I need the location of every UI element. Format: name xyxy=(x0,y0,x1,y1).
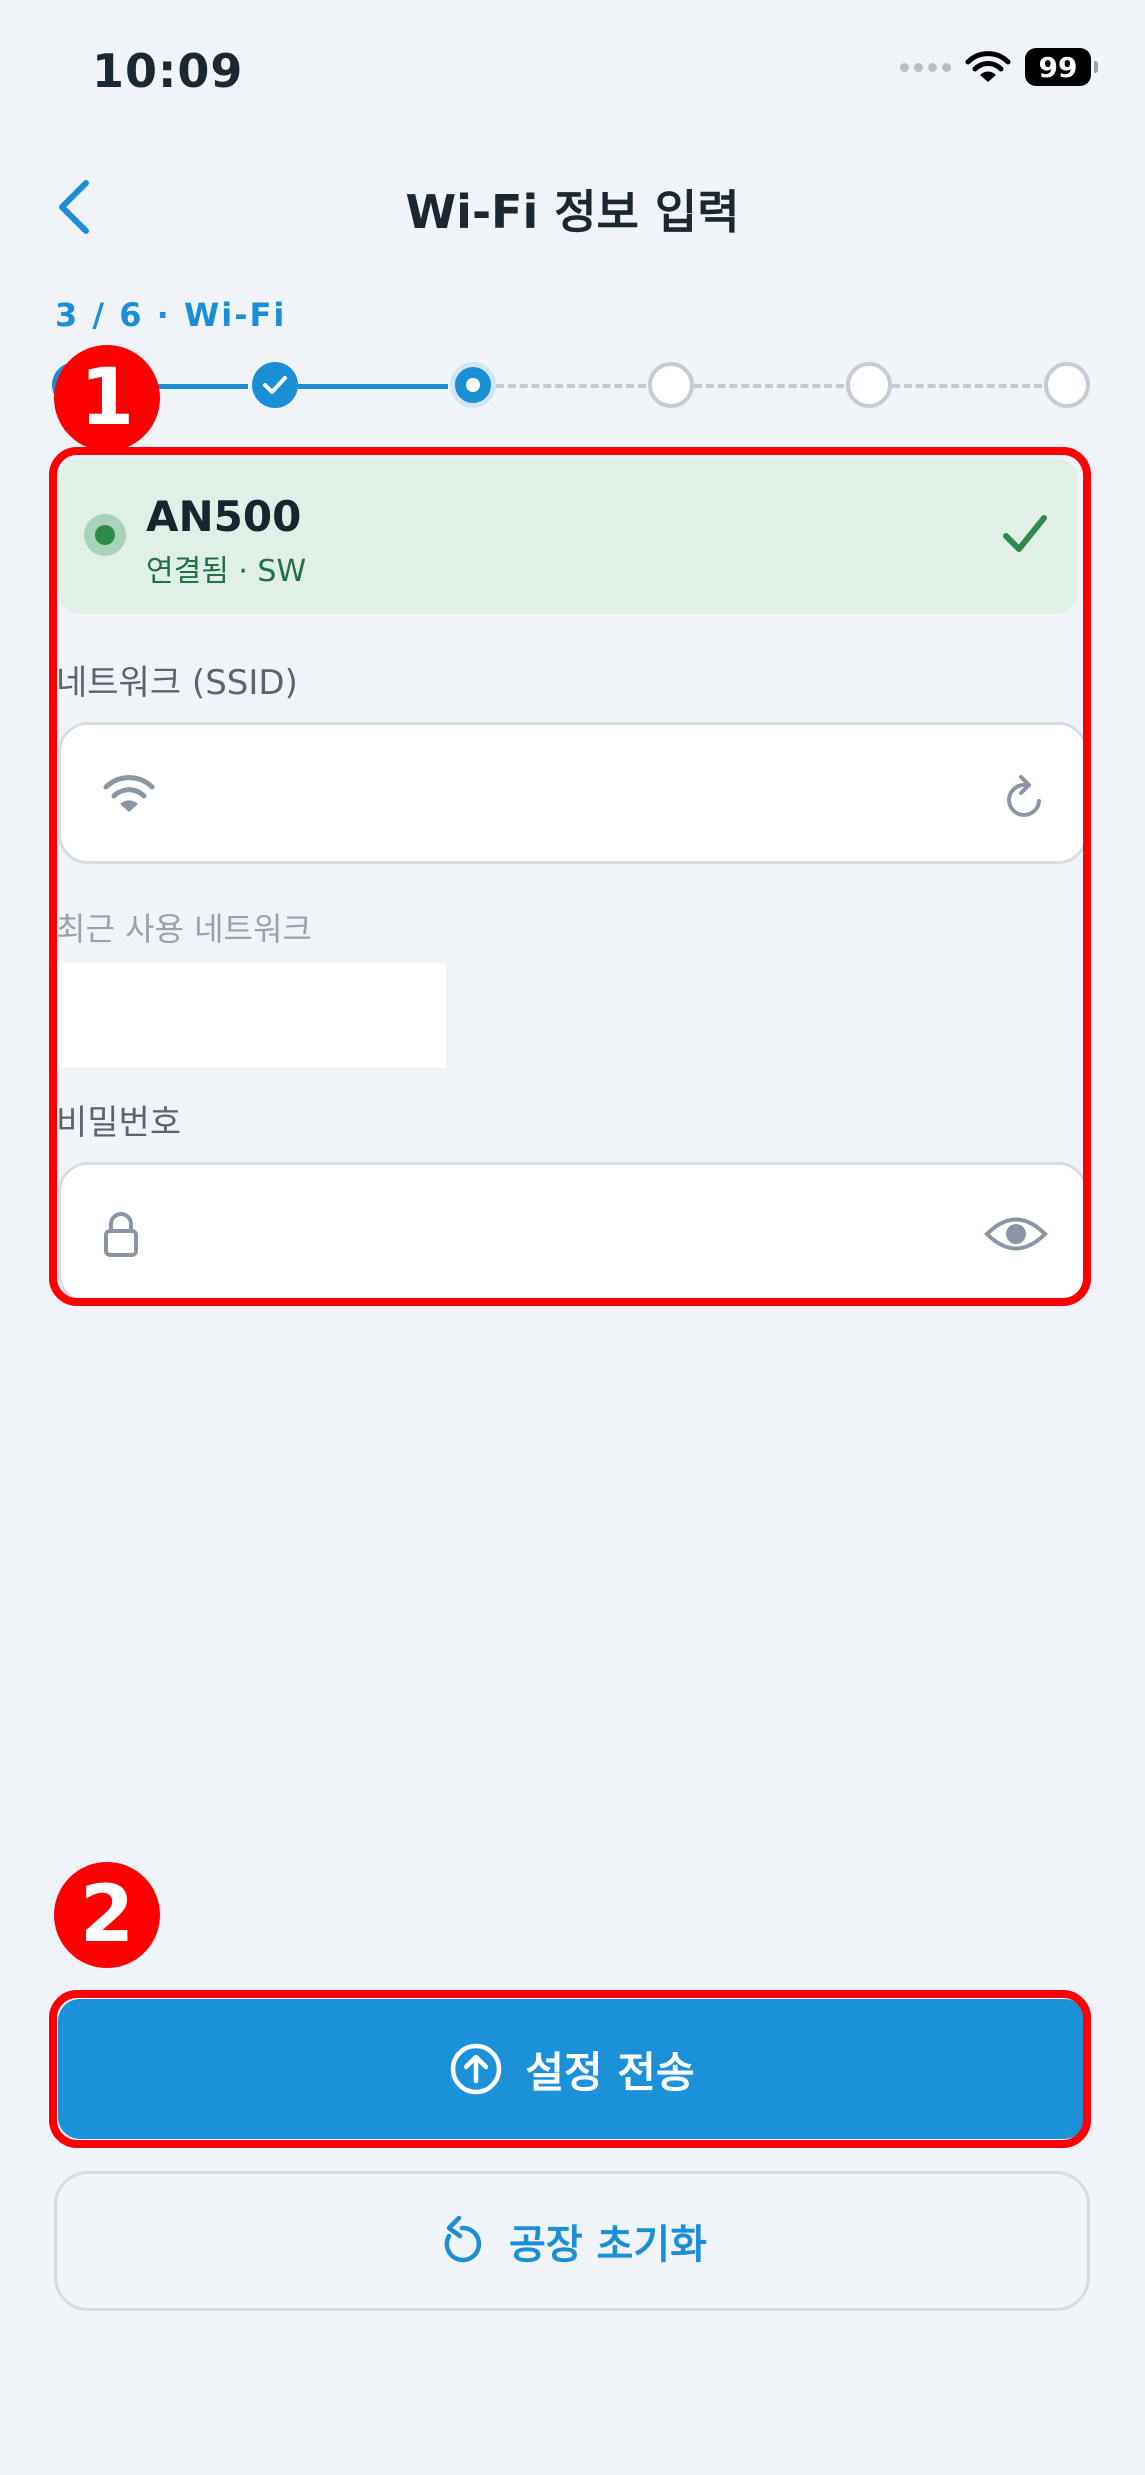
step-5 xyxy=(846,362,892,408)
password-input[interactable] xyxy=(58,1162,1088,1304)
step-counter: 3 / 6 · Wi-Fi xyxy=(55,296,287,334)
status-time: 10:09 xyxy=(92,44,244,98)
progress-stepper xyxy=(0,358,1145,414)
recent-networks-list[interactable] xyxy=(58,963,446,1067)
step-3-current xyxy=(450,362,496,408)
stepper-line-todo xyxy=(496,384,646,388)
annotation-badge-1: 1 xyxy=(54,345,160,451)
refresh-button[interactable] xyxy=(1001,771,1049,827)
wifi-setup-screen: 10:09 99 Wi-Fi 정보 입력 3 / 6 · Wi-Fi 1 AN5… xyxy=(0,0,1145,2475)
step-6 xyxy=(1044,362,1090,408)
send-settings-button[interactable]: 설정 전송 xyxy=(58,1999,1086,2139)
connection-status: 연결됨 · SW xyxy=(146,554,307,589)
lock-icon xyxy=(104,1212,138,1257)
ssid-input[interactable] xyxy=(58,722,1088,864)
toggle-password-visibility[interactable] xyxy=(983,1211,1049,1261)
connected-status-dot xyxy=(84,514,126,556)
upload-circle-icon xyxy=(451,2043,502,2095)
wifi-icon xyxy=(103,775,155,812)
send-settings-label: 설정 전송 xyxy=(525,2047,695,2097)
step-4 xyxy=(648,362,694,408)
battery-icon: 99 xyxy=(1025,48,1098,86)
connected-device-card: AN500 연결됨 · SW xyxy=(58,458,1078,614)
factory-reset-label: 공장 초기화 xyxy=(509,2222,707,2268)
password-label: 비밀번호 xyxy=(56,1103,182,1143)
check-icon xyxy=(263,376,287,394)
device-name: AN500 xyxy=(146,492,302,541)
recent-networks-label: 최근 사용 네트워크 xyxy=(56,910,312,948)
page-title: Wi-Fi 정보 입력 xyxy=(405,185,740,239)
wifi-icon xyxy=(965,51,1011,82)
stepper-line-todo xyxy=(892,384,1042,388)
status-icons: 99 xyxy=(900,48,1098,86)
factory-reset-button[interactable]: 공장 초기화 xyxy=(54,2171,1090,2311)
step-2-done xyxy=(252,362,298,408)
ssid-label: 네트워크 (SSID) xyxy=(56,663,298,703)
signal-dots-icon xyxy=(900,62,951,72)
annotation-badge-2: 2 xyxy=(54,1862,160,1968)
stepper-line-todo xyxy=(694,384,844,388)
eye-icon xyxy=(984,1217,1048,1251)
reset-icon xyxy=(444,2215,482,2263)
checkmark-icon xyxy=(1003,515,1047,552)
stepper-line-done xyxy=(298,384,448,389)
refresh-icon xyxy=(1007,775,1041,817)
